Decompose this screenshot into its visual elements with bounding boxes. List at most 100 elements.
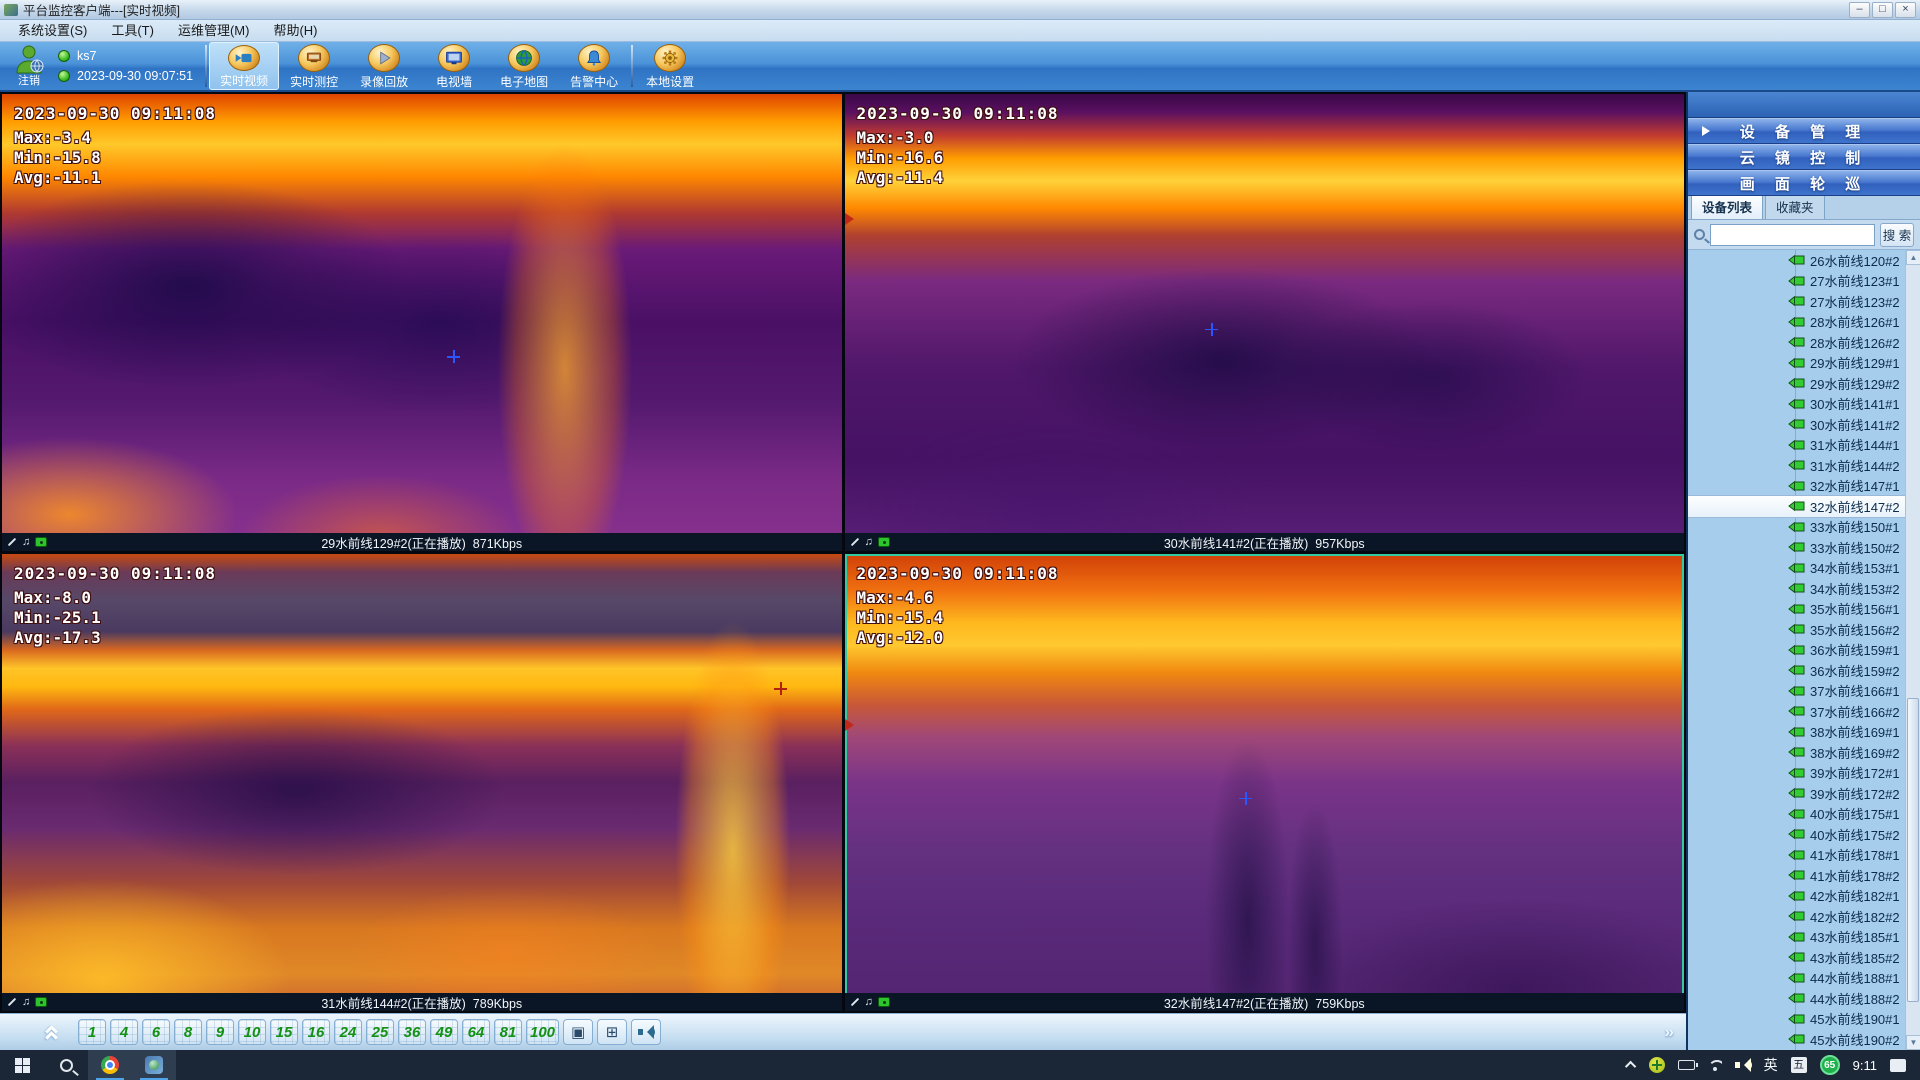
device-list-item[interactable]: 29水前线129#1: [1688, 353, 1905, 374]
pen-icon[interactable]: [850, 998, 858, 1006]
device-scrollbar[interactable]: ▲ ▼: [1905, 250, 1920, 1050]
collapse-up-button[interactable]: [38, 1020, 64, 1044]
user-avatar-icon[interactable]: [14, 44, 44, 74]
layout-count-button[interactable]: 24: [334, 1019, 362, 1045]
device-list-item[interactable]: 42水前线182#1: [1688, 886, 1905, 907]
toolbar-live-video-button[interactable]: 实时视频: [209, 42, 279, 90]
device-list-item[interactable]: 43水前线185#1: [1688, 927, 1905, 948]
device-list-item[interactable]: 32水前线147#2: [1688, 496, 1905, 517]
device-list-item[interactable]: 41水前线178#2: [1688, 865, 1905, 886]
audio-note-icon[interactable]: ♫: [22, 537, 30, 547]
taskbar-search-button[interactable]: [44, 1050, 88, 1080]
layout-count-button[interactable]: 4: [110, 1019, 138, 1045]
device-list-item[interactable]: 38水前线169#2: [1688, 742, 1905, 763]
search-button[interactable]: 搜 索: [1880, 223, 1914, 247]
device-list-item[interactable]: 26水前线120#2: [1688, 250, 1905, 271]
scrollbar-thumb[interactable]: [1907, 698, 1919, 1002]
record-status-icon[interactable]: [878, 537, 890, 547]
device-list-item[interactable]: 29水前线129#2: [1688, 373, 1905, 394]
panel-ptz-control[interactable]: 云 镜 控 制: [1688, 144, 1920, 170]
pen-icon[interactable]: [8, 538, 16, 546]
toolbar-alarm-center-button[interactable]: 告警中心: [559, 42, 629, 90]
close-button[interactable]: ×: [1895, 2, 1916, 18]
device-list-item[interactable]: 35水前线156#2: [1688, 619, 1905, 640]
scroll-up-icon[interactable]: ▲: [1906, 250, 1920, 265]
layout-count-button[interactable]: 6: [142, 1019, 170, 1045]
device-list-item[interactable]: 31水前线144#1: [1688, 435, 1905, 456]
toolbar-e-map-button[interactable]: 电子地图: [489, 42, 559, 90]
tab-favorites[interactable]: 收藏夹: [1765, 193, 1825, 219]
device-list-item[interactable]: 39水前线172#2: [1688, 783, 1905, 804]
device-list-item[interactable]: 34水前线153#1: [1688, 558, 1905, 579]
ime-mode-indicator[interactable]: 五: [1791, 1057, 1807, 1073]
taskbar-clock[interactable]: 9:11: [1853, 1058, 1877, 1073]
device-list-item[interactable]: 44水前线188#2: [1688, 988, 1905, 1009]
device-list-item[interactable]: 43水前线185#2: [1688, 947, 1905, 968]
audio-button[interactable]: [631, 1019, 661, 1045]
scroll-down-icon[interactable]: ▼: [1906, 1035, 1920, 1050]
device-list-item[interactable]: 31水前线144#2: [1688, 455, 1905, 476]
antivirus-shield-icon[interactable]: [1649, 1057, 1665, 1073]
device-list-item[interactable]: 35水前线156#1: [1688, 599, 1905, 620]
record-status-icon[interactable]: [878, 997, 890, 1007]
device-list-item[interactable]: 42水前线182#2: [1688, 906, 1905, 927]
device-list-item[interactable]: 28水前线126#1: [1688, 312, 1905, 333]
layout-count-button[interactable]: 100: [526, 1019, 559, 1045]
menu-tools[interactable]: 工具(T): [99, 20, 166, 42]
fullscreen-button[interactable]: ▣: [563, 1019, 593, 1045]
device-list-item[interactable]: 36水前线159#1: [1688, 640, 1905, 661]
record-status-icon[interactable]: [35, 997, 47, 1007]
layout-count-button[interactable]: 9: [206, 1019, 234, 1045]
pen-icon[interactable]: [850, 538, 858, 546]
device-list-item[interactable]: 27水前线123#2: [1688, 291, 1905, 312]
maximize-button[interactable]: □: [1872, 2, 1893, 18]
toolbar-playback-button[interactable]: 录像回放: [349, 42, 419, 90]
video-feed-3[interactable]: 2023-09-30 09:11:08 Max:-8.0 Min:-25.1 A…: [2, 554, 842, 1011]
device-list-item[interactable]: 37水前线166#2: [1688, 701, 1905, 722]
record-status-icon[interactable]: [35, 537, 47, 547]
layout-count-button[interactable]: 64: [462, 1019, 490, 1045]
video-feed-1[interactable]: 2023-09-30 09:11:08 Max:-3.4 Min:-15.8 A…: [2, 94, 842, 551]
taskbar-chrome-button[interactable]: [88, 1050, 132, 1080]
network-icon[interactable]: [1708, 1060, 1722, 1071]
toolbar-tv-wall-button[interactable]: 电视墙: [419, 42, 489, 90]
device-list-item[interactable]: 33水前线150#1: [1688, 517, 1905, 538]
audio-note-icon[interactable]: ♫: [865, 997, 873, 1007]
device-list-item[interactable]: 28水前线126#2: [1688, 332, 1905, 353]
menu-ops-management[interactable]: 运维管理(M): [166, 20, 262, 42]
video-feed-4[interactable]: 2023-09-30 09:11:08 Max:-4.6 Min:-15.4 A…: [845, 554, 1685, 1011]
pen-icon[interactable]: [8, 998, 16, 1006]
layout-count-button[interactable]: 1: [78, 1019, 106, 1045]
device-list-item[interactable]: 36水前线159#2: [1688, 660, 1905, 681]
logout-label[interactable]: 注销: [18, 72, 40, 88]
audio-note-icon[interactable]: ♫: [865, 537, 873, 547]
panel-device-management[interactable]: 设 备 管 理: [1688, 118, 1920, 144]
device-list-item[interactable]: 39水前线172#1: [1688, 763, 1905, 784]
device-list-item[interactable]: 45水前线190#1: [1688, 1009, 1905, 1030]
security-score-badge[interactable]: 65: [1820, 1055, 1840, 1075]
device-search-input[interactable]: [1710, 224, 1875, 246]
menu-help[interactable]: 帮助(H): [261, 20, 329, 42]
layout-count-button[interactable]: 15: [270, 1019, 298, 1045]
layout-count-button[interactable]: 49: [430, 1019, 458, 1045]
device-list-item[interactable]: 34水前线153#2: [1688, 578, 1905, 599]
tray-expand-icon[interactable]: [1625, 1061, 1636, 1072]
layout-count-button[interactable]: 10: [238, 1019, 266, 1045]
device-list-item[interactable]: 30水前线141#1: [1688, 394, 1905, 415]
ime-language-indicator[interactable]: 英: [1764, 1055, 1778, 1075]
audio-note-icon[interactable]: ♫: [22, 997, 30, 1007]
volume-icon[interactable]: [1735, 1058, 1751, 1072]
toolbar-local-settings-button[interactable]: 本地设置: [635, 42, 705, 90]
device-list-item[interactable]: 40水前线175#1: [1688, 804, 1905, 825]
notification-icon[interactable]: [1890, 1059, 1906, 1072]
battery-icon[interactable]: [1678, 1060, 1695, 1070]
device-list-item[interactable]: 27水前线123#1: [1688, 271, 1905, 292]
toolbar-live-telemetry-button[interactable]: 实时测控: [279, 42, 349, 90]
taskbar-monitor-app-button[interactable]: [132, 1050, 176, 1080]
layout-count-button[interactable]: 8: [174, 1019, 202, 1045]
tab-device-list[interactable]: 设备列表: [1691, 193, 1763, 219]
layout-count-button[interactable]: 25: [366, 1019, 394, 1045]
device-list-item[interactable]: 40水前线175#2: [1688, 824, 1905, 845]
device-list-item[interactable]: 44水前线188#1: [1688, 968, 1905, 989]
device-list-item[interactable]: 45水前线190#2: [1688, 1029, 1905, 1050]
